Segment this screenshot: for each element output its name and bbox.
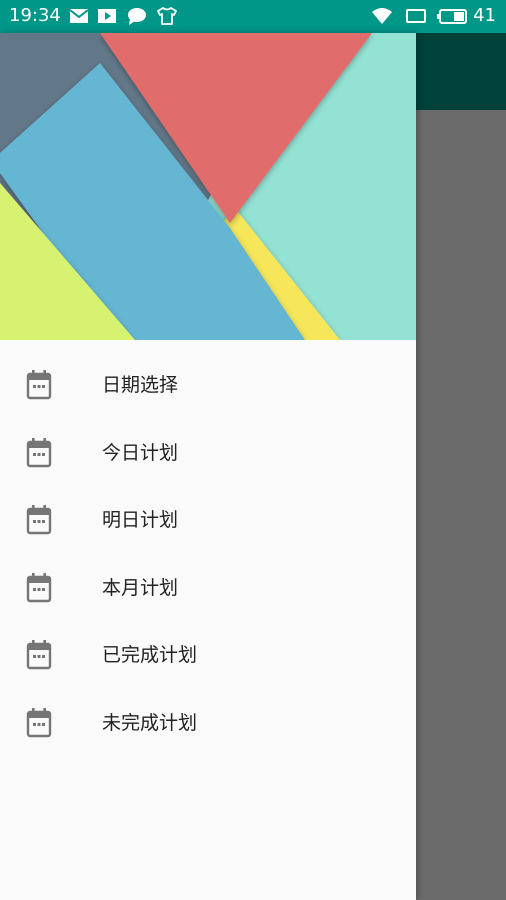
wifi-icon (372, 8, 392, 24)
battery-level: 41 (473, 5, 496, 26)
navigation-drawer: 日期选择 今日计划 明日计划 本月计划 已完成计划 未完成计划 (0, 33, 416, 900)
menu-item-label: 明日计划 (102, 509, 179, 531)
status-bar: 19:34 41 (0, 0, 506, 33)
menu-item-tomorrow-plan[interactable]: 明日计划 (0, 486, 416, 554)
calendar-icon (26, 505, 52, 535)
menu-item-today-plan[interactable]: 今日计划 (0, 419, 416, 487)
mail-icon (69, 9, 89, 23)
menu-item-label: 今日计划 (102, 441, 179, 464)
drawer-header-image (0, 33, 416, 340)
menu-item-label: 本月计划 (102, 576, 179, 599)
menu-item-date-select[interactable]: 日期选择 (0, 351, 416, 419)
calendar-icon (26, 437, 52, 467)
calendar-icon (26, 640, 52, 670)
menu-item-label: 日期选择 (102, 374, 179, 396)
drawer-menu: 日期选择 今日计划 明日计划 本月计划 已完成计划 未完成计划 (0, 351, 416, 756)
chat-icon (128, 8, 146, 25)
material-background-illustration (0, 33, 416, 340)
calendar-icon (26, 370, 52, 400)
shirt-icon (157, 7, 177, 25)
calendar-icon (26, 707, 52, 737)
status-time: 19:34 (9, 5, 61, 26)
menu-item-completed-plan[interactable]: 已完成计划 (0, 621, 416, 689)
calendar-icon (26, 572, 52, 602)
menu-item-label: 未完成计划 (102, 711, 198, 734)
menu-item-incomplete-plan[interactable]: 未完成计划 (0, 689, 416, 757)
menu-item-month-plan[interactable]: 本月计划 (0, 554, 416, 622)
play-icon (98, 9, 116, 23)
screen-icon (406, 9, 426, 23)
battery-icon (437, 9, 467, 24)
menu-item-label: 已完成计划 (102, 644, 198, 666)
